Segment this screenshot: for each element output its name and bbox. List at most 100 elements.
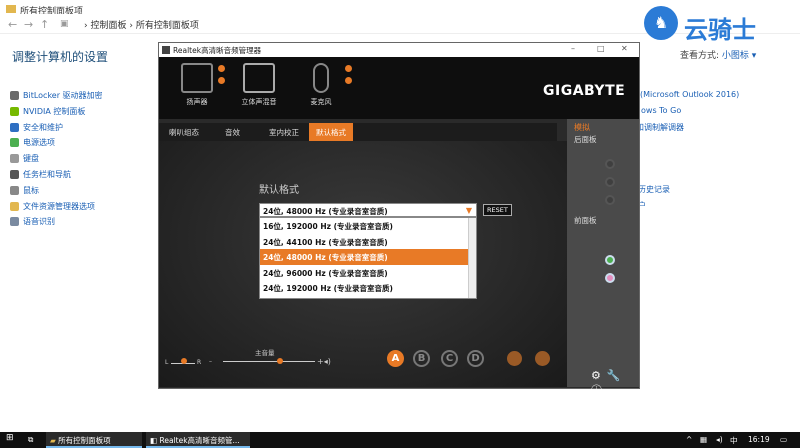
breadcrumb-item[interactable]: 控制面板 <box>90 21 126 31</box>
list-item[interactable]: 键盘 <box>10 153 160 169</box>
gear-icon[interactable]: ⚙ <box>591 369 607 382</box>
tab-room-correction[interactable]: 室内校正 <box>269 127 299 138</box>
taskbar-icon <box>10 169 19 179</box>
bottom-icons: ⚙🔧 ⓘ <box>591 369 639 398</box>
microphone-icon <box>10 217 19 227</box>
reset-button[interactable]: RESET <box>483 204 512 216</box>
device-stereo-mix[interactable]: 立体声混音 <box>229 63 289 107</box>
undo-icon[interactable] <box>535 351 550 366</box>
chevron-down-icon[interactable]: ▼ <box>466 206 472 215</box>
volume-controls: L R – 主音量 +◂) <box>165 349 345 367</box>
status-dot-icon <box>345 77 352 84</box>
microphone-icon <box>313 63 329 93</box>
page-heading: 调整计算机的设置 <box>12 50 109 64</box>
profile-c-button[interactable]: C <box>441 350 458 367</box>
volume-down-icon[interactable]: – <box>209 358 212 365</box>
speaker-icon <box>162 46 170 54</box>
list-item[interactable]: BitLocker 驱动器加密 <box>10 90 160 106</box>
task-view-icon[interactable]: ⧉ <box>28 435 33 445</box>
taskbar: ⊞ ⧉ ▰ 所有控制面板项 ◧ Realtek高清晰音频管... ^ ▦ ◂) … <box>0 432 800 448</box>
profile-a-button[interactable]: A <box>387 350 404 367</box>
close-icon[interactable]: ✕ <box>621 44 628 53</box>
jack-icon[interactable] <box>605 177 615 187</box>
list-item[interactable]: 文件资源管理器选项 <box>10 201 160 217</box>
list-item[interactable]: 和调制解调器 <box>636 122 684 133</box>
format-select[interactable]: 24位, 48000 Hz (专业录音室音质) ▼ <box>259 203 477 217</box>
mouse-icon <box>10 185 19 195</box>
brand-logo: GIGABYTE <box>543 83 626 99</box>
device-bar: 扬声器 立体声混音 麦克风 GIGABYTE <box>159 57 639 119</box>
tab-default-format[interactable]: 默认格式 <box>309 123 353 141</box>
device-microphone[interactable]: 麦克风 <box>291 63 352 107</box>
realtek-titlebar: Realtek高清晰音频管理器 – □ ✕ <box>159 43 639 57</box>
profile-b-button[interactable]: B <box>413 350 430 367</box>
minimize-icon[interactable]: – <box>571 44 575 53</box>
chevron-up-icon[interactable]: ^ <box>686 435 692 444</box>
taskbar-explorer[interactable]: ▰ 所有控制面板项 <box>46 432 142 448</box>
wrench-icon[interactable]: 🔧 <box>607 369 627 382</box>
list-item[interactable]: 任务栏和导航 <box>10 169 160 185</box>
speakers-icon <box>181 63 213 93</box>
taskbar-realtek-label: Realtek高清晰音频管... <box>159 436 240 445</box>
breadcrumb-item[interactable]: 所有控制面板项 <box>136 21 199 31</box>
list-item[interactable]: ows To Go <box>641 106 681 115</box>
tab-effects[interactable]: 音效 <box>225 127 240 138</box>
maximize-icon[interactable]: □ <box>597 44 605 53</box>
pink-jack-icon[interactable] <box>605 273 615 283</box>
volume-knob[interactable] <box>277 358 283 364</box>
control-panel-list-left: BitLocker 驱动器加密 NVIDIA 控制面板 安全和维护 电源选项 键… <box>10 90 160 232</box>
scrollbar[interactable] <box>468 218 476 298</box>
format-label: 默认格式 <box>259 185 299 196</box>
jack-icon[interactable] <box>605 195 615 205</box>
list-item[interactable]: 语音识别 <box>10 216 160 232</box>
realtek-title: Realtek高清晰音频管理器 <box>173 46 262 55</box>
info-icon[interactable]: ⓘ <box>591 384 608 397</box>
notification-icon[interactable]: ▭ <box>780 435 787 444</box>
view-by: 查看方式: 小图标 ▾ <box>680 48 756 61</box>
ime-indicator[interactable]: 中 <box>730 435 738 446</box>
tab-speaker-config[interactable]: 喇叭组态 <box>169 127 199 138</box>
windows-start-icon[interactable]: ⊞ <box>6 433 14 443</box>
control-panel-icon: ▣ <box>60 19 69 29</box>
green-jack-icon[interactable] <box>605 255 615 265</box>
list-item[interactable]: (Microsoft Outlook 2016) <box>640 90 739 99</box>
list-item[interactable]: NVIDIA 控制面板 <box>10 106 160 122</box>
format-option[interactable]: 24位, 44100 Hz (专业录音室音质) <box>260 234 476 250</box>
taskbar-realtek[interactable]: ◧ Realtek高清晰音频管... <box>146 432 250 448</box>
format-option[interactable]: 24位, 96000 Hz (专业录音室音质) <box>260 265 476 281</box>
up-arrow-icon[interactable]: ↑ <box>40 18 49 31</box>
back-arrow-icon[interactable]: ← <box>8 18 17 31</box>
list-item[interactable]: 鼠标 <box>10 185 160 201</box>
list-item[interactable]: 历史记录 <box>638 184 670 195</box>
format-option[interactable]: 24位, 192000 Hz (专业录音室音质) <box>260 280 476 296</box>
logo-text: 云骑士 <box>684 16 756 44</box>
confirm-icon[interactable] <box>507 351 522 366</box>
nvidia-icon <box>10 106 19 116</box>
view-by-dropdown[interactable]: 小图标 <box>722 51 749 61</box>
list-item[interactable]: 安全和维护 <box>10 122 160 138</box>
folder-icon <box>6 5 16 13</box>
chevron-down-icon[interactable]: ▾ <box>749 51 757 61</box>
jack-icon[interactable] <box>605 159 615 169</box>
device-speakers[interactable]: 扬声器 <box>167 63 227 107</box>
volume-icon[interactable]: ◂) <box>716 435 723 444</box>
network-icon[interactable]: ▦ <box>700 435 707 444</box>
format-option-selected[interactable]: 24位, 48000 Hz (专业录音室音质) <box>260 249 476 265</box>
balance-right-label: R <box>197 359 202 366</box>
folder-icon: ▰ <box>50 436 59 445</box>
device-label: 扬声器 <box>186 98 208 106</box>
taskbar-explorer-label: 所有控制面板项 <box>58 436 111 445</box>
balance-knob[interactable] <box>181 358 187 364</box>
volume-slider[interactable] <box>223 361 315 362</box>
breadcrumb: › 控制面板 › 所有控制面板项 <box>84 18 199 31</box>
clock[interactable]: 16:19 <box>748 435 770 444</box>
format-option[interactable]: 16位, 192000 Hz (专业录音室音质) <box>260 218 476 234</box>
volume-up-icon[interactable]: +◂) <box>317 357 331 366</box>
analog-title: 模拟 <box>574 123 590 132</box>
back-panel-label: 后面板 <box>574 135 597 144</box>
forward-arrow-icon[interactable]: → <box>24 18 33 31</box>
profile-d-button[interactable]: D <box>467 350 484 367</box>
device-label: 立体声混音 <box>241 98 277 106</box>
front-panel-label: 前面板 <box>574 216 597 225</box>
list-item[interactable]: 电源选项 <box>10 137 160 153</box>
